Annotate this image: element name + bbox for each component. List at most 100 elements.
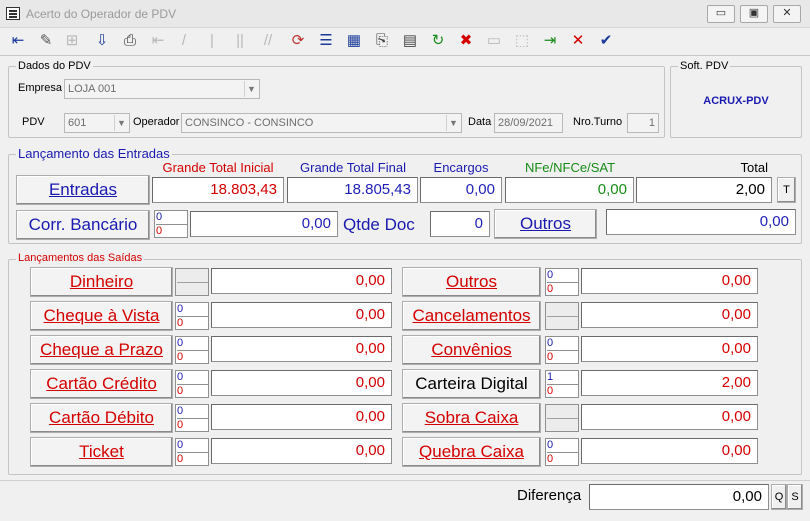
confirm-icon[interactable]: ⇥ bbox=[538, 30, 562, 52]
last-icon[interactable]: // bbox=[256, 30, 280, 52]
pdv-select[interactable]: 601 ▼ bbox=[64, 113, 130, 133]
turno-field[interactable]: 1 bbox=[627, 113, 659, 133]
saida-right-button-5[interactable]: Quebra Caixa bbox=[402, 437, 541, 467]
data-field[interactable]: 28/09/2021 bbox=[494, 113, 563, 133]
soft-pdv-label: Soft. PDV bbox=[678, 60, 731, 72]
cancel-icon[interactable]: ✕ bbox=[566, 30, 590, 52]
saida-counter: 00 bbox=[175, 336, 209, 364]
operador-select[interactable]: CONSINCO - CONSINCO ▼ bbox=[181, 113, 462, 133]
saida-left-button-5[interactable]: Ticket bbox=[30, 437, 173, 467]
soft-pdv-value: ACRUX-PDV bbox=[703, 95, 769, 107]
check-icon[interactable]: ✔ bbox=[594, 30, 618, 52]
encargos-field[interactable]: 0,00 bbox=[420, 177, 502, 203]
saida-count-top: 0 bbox=[177, 439, 208, 453]
saida-value-field[interactable]: 0,00 bbox=[581, 336, 758, 362]
next-icon[interactable]: || bbox=[228, 30, 252, 52]
header-nfe: NFe/NFCe/SAT bbox=[524, 160, 616, 175]
saida-value-field[interactable]: 0,00 bbox=[211, 302, 392, 328]
qtde-doc-field[interactable]: 0 bbox=[430, 211, 490, 237]
grande-total-inicial-field[interactable]: 18.803,43 bbox=[152, 177, 284, 203]
saida-left-button-4[interactable]: Cartão Débito bbox=[30, 403, 173, 433]
diferenca-field[interactable]: 0,00 bbox=[589, 484, 769, 510]
footer-divider bbox=[0, 480, 810, 481]
header-grande-total-final: Grande Total Final bbox=[300, 160, 406, 175]
saida-count-bottom: 0 bbox=[177, 317, 184, 329]
saida-count-top bbox=[547, 303, 578, 317]
entradas-button[interactable]: Entradas bbox=[16, 175, 150, 205]
total-field[interactable]: 2,00 bbox=[636, 177, 772, 203]
saida-button-label: Cheque a Prazo bbox=[40, 340, 163, 359]
saida-left-button-0[interactable]: Dinheiro bbox=[30, 267, 173, 297]
nfe-field[interactable]: 0,00 bbox=[505, 177, 634, 203]
saida-count-bottom bbox=[547, 419, 578, 431]
pdv-label: PDV bbox=[22, 116, 45, 128]
refresh-icon[interactable]: ⟳ bbox=[286, 30, 310, 52]
saida-count-top: 0 bbox=[177, 303, 208, 317]
report-icon[interactable]: ▤ bbox=[398, 30, 422, 52]
corr-count-top: 0 bbox=[156, 211, 187, 225]
corr-bancario-button[interactable]: Corr. Bancário bbox=[16, 210, 150, 240]
list-icon[interactable]: ☰ bbox=[314, 30, 338, 52]
saida-button-label: Outros bbox=[445, 272, 498, 291]
download-icon[interactable]: ⇩ bbox=[90, 30, 114, 52]
grid-icon[interactable]: ▦ bbox=[342, 30, 366, 52]
saida-right-button-1[interactable]: Cancelamentos bbox=[402, 301, 541, 331]
saida-button-label: Quebra Caixa bbox=[419, 442, 524, 461]
saida-counter bbox=[545, 302, 579, 330]
saida-right-button-3[interactable]: Carteira Digital bbox=[402, 369, 541, 399]
saida-value-field[interactable]: 0,00 bbox=[581, 438, 758, 464]
preview-icon[interactable]: ⎘ bbox=[370, 30, 394, 52]
saida-count-bottom bbox=[177, 283, 208, 295]
t-button[interactable]: T bbox=[777, 177, 796, 203]
saida-value-field[interactable]: 0,00 bbox=[581, 404, 758, 430]
grande-total-final-field[interactable]: 18.805,43 bbox=[287, 177, 418, 203]
saida-count-top: 0 bbox=[177, 371, 208, 385]
print-icon[interactable]: ⎙ bbox=[118, 30, 142, 52]
saida-left-button-2[interactable]: Cheque a Prazo bbox=[30, 335, 173, 365]
outros-entrada-button[interactable]: Outros bbox=[494, 209, 597, 239]
saida-left-button-1[interactable]: Cheque à Vista bbox=[30, 301, 173, 331]
saida-value-field[interactable]: 0,00 bbox=[211, 370, 392, 396]
saida-right-button-2[interactable]: Convênios bbox=[402, 335, 541, 365]
entradas-button-label: Entradas bbox=[48, 180, 118, 199]
saida-count-bottom: 0 bbox=[547, 453, 554, 465]
saida-value-field[interactable]: 0,00 bbox=[581, 302, 758, 328]
corr-bancario-field[interactable]: 0,00 bbox=[190, 211, 338, 237]
edit-icon[interactable]: ✎ bbox=[34, 30, 58, 52]
first-icon[interactable]: ⇤ bbox=[146, 30, 170, 52]
toolbar: ⇤ ✎ ⊞ ⇩ ⎙ ⇤ / | || // ⟳ ☰ ▦ ⎘ ▤ ↻ ✖ ▭ ⬚ … bbox=[0, 28, 810, 56]
outros-entrada-field[interactable]: 0,00 bbox=[606, 209, 796, 235]
close-button[interactable]: ✕ bbox=[773, 5, 801, 23]
corr-bancario-label: Corr. Bancário bbox=[28, 215, 138, 234]
saida-value-field[interactable]: 0,00 bbox=[211, 404, 392, 430]
saida-left-button-3[interactable]: Cartão Crédito bbox=[30, 369, 173, 399]
saida-value-field[interactable]: 0,00 bbox=[211, 268, 392, 294]
saida-count-top: 0 bbox=[547, 269, 578, 283]
s-button[interactable]: S bbox=[787, 484, 803, 510]
q-button[interactable]: Q bbox=[771, 484, 787, 510]
saida-count-top bbox=[177, 269, 208, 283]
empresa-label: Empresa bbox=[18, 82, 63, 94]
tree-icon[interactable]: ⊞ bbox=[60, 30, 84, 52]
pause-icon[interactable]: | bbox=[200, 30, 224, 52]
prev-icon[interactable]: / bbox=[172, 30, 196, 52]
saida-value-field[interactable]: 0,00 bbox=[211, 438, 392, 464]
saida-count-bottom: 0 bbox=[177, 453, 184, 465]
saida-value-field[interactable]: 2,00 bbox=[581, 370, 758, 396]
minimize-button[interactable]: ▭ bbox=[707, 5, 735, 23]
saida-count-bottom: 0 bbox=[177, 419, 184, 431]
reload-icon[interactable]: ↻ bbox=[426, 30, 450, 52]
maximize-button[interactable]: ▣ bbox=[740, 5, 768, 23]
header-grande-total-inicial: Grande Total Inicial bbox=[162, 160, 274, 175]
delete-icon[interactable]: ✖ bbox=[454, 30, 478, 52]
saida-button-label: Dinheiro bbox=[69, 272, 134, 291]
saida-right-button-0[interactable]: Outros bbox=[402, 267, 541, 297]
saida-right-button-4[interactable]: Sobra Caixa bbox=[402, 403, 541, 433]
blank2-icon[interactable]: ⬚ bbox=[510, 30, 534, 52]
turno-label: Nro.Turno bbox=[573, 116, 623, 128]
saida-value-field[interactable]: 0,00 bbox=[581, 268, 758, 294]
saida-value-field[interactable]: 0,00 bbox=[211, 336, 392, 362]
empresa-select[interactable]: LOJA 001 ▼ bbox=[64, 79, 260, 99]
exit-icon[interactable]: ⇤ bbox=[6, 30, 30, 52]
blank1-icon[interactable]: ▭ bbox=[482, 30, 506, 52]
